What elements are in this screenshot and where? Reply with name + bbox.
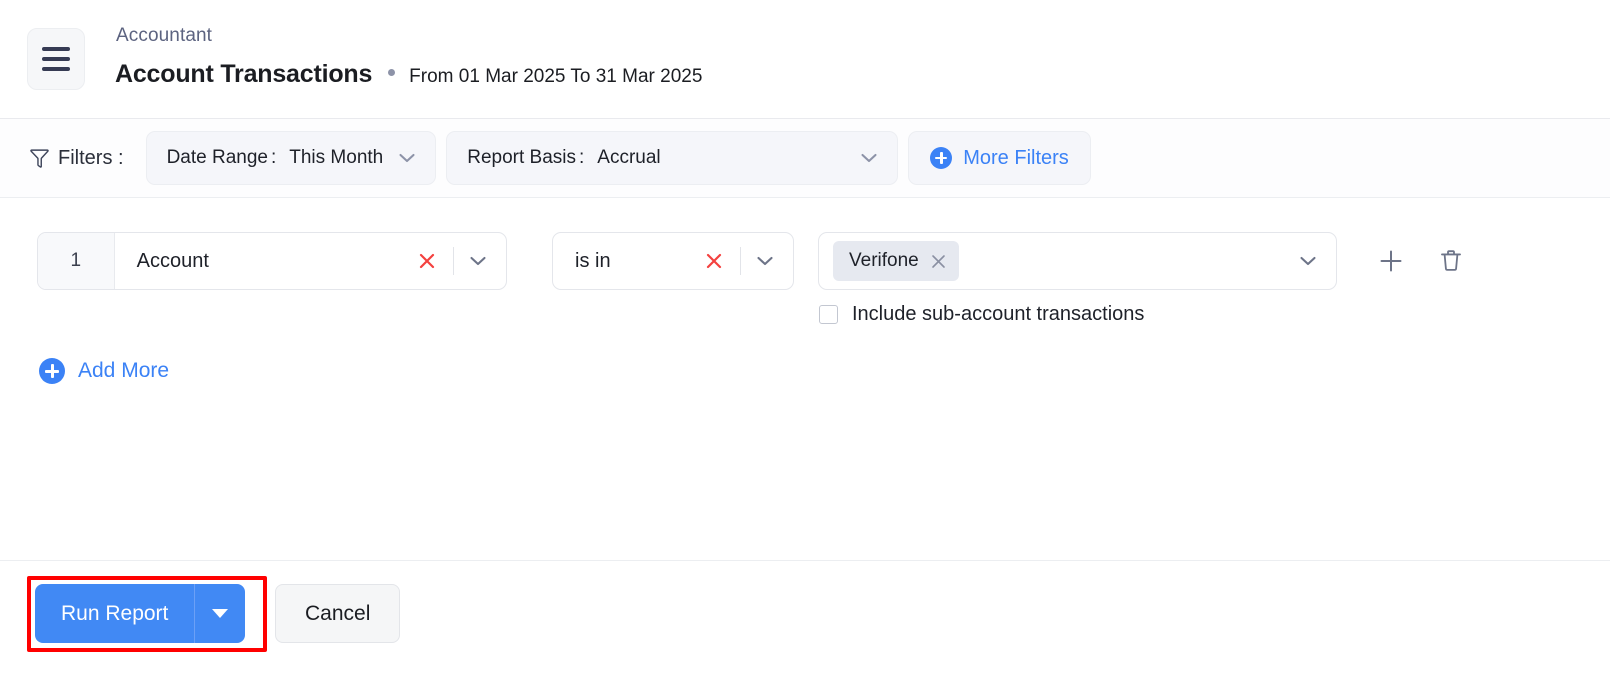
selected-tag[interactable]: Verifone [833, 241, 959, 281]
run-report-button[interactable]: Run Report [35, 584, 245, 643]
filter-funnel-icon [30, 148, 49, 169]
divider [740, 247, 741, 275]
criteria-row: 1 Account is in [0, 232, 1610, 294]
criteria-row-index: 1 [38, 233, 115, 289]
chevron-down-icon[interactable] [757, 256, 773, 266]
add-more-label: Add More [78, 359, 169, 383]
date-range-filter[interactable]: Date Range : This Month [146, 131, 437, 185]
hamburger-menu-button[interactable] [27, 28, 85, 90]
chevron-down-icon [861, 153, 877, 163]
page-header: Accountant Account Transactions From 01 … [0, 0, 1610, 119]
date-range-value: This Month [289, 147, 383, 169]
filters-label: Filters : [58, 147, 124, 170]
criteria-field-value: Account [137, 250, 417, 273]
add-criteria-row-button[interactable] [1370, 232, 1412, 290]
header-date-range: From 01 Mar 2025 To 31 Mar 2025 [409, 66, 702, 88]
criteria-area: 1 Account is in [0, 198, 1610, 560]
criteria-comparator-select[interactable]: is in [552, 232, 794, 290]
x-remove-icon[interactable] [930, 253, 947, 270]
plus-circle-icon [39, 358, 65, 384]
breadcrumb[interactable]: Accountant [116, 25, 212, 47]
criteria-value-multiselect[interactable]: Verifone [818, 232, 1337, 290]
page-title: Account Transactions [115, 60, 372, 89]
date-range-colon: : [271, 147, 276, 169]
chevron-down-icon[interactable] [1300, 256, 1316, 266]
filter-bar: Filters : Date Range : This Month Report… [0, 119, 1610, 198]
add-more-button[interactable]: Add More [39, 358, 169, 384]
report-basis-filter[interactable]: Report Basis : Accrual [446, 131, 898, 185]
plus-circle-icon [930, 147, 952, 169]
date-range-label: Date Range [167, 147, 268, 169]
x-clear-icon[interactable] [704, 251, 724, 271]
selected-tag-label: Verifone [849, 250, 919, 272]
delete-criteria-row-button[interactable] [1430, 232, 1472, 290]
report-basis-value: Accrual [597, 147, 660, 169]
report-basis-colon: : [579, 147, 584, 169]
more-filters-button[interactable]: More Filters [908, 131, 1091, 185]
criteria-comparator-value: is in [575, 250, 704, 273]
more-filters-label: More Filters [963, 147, 1069, 170]
plus-icon [1378, 248, 1404, 274]
report-basis-label: Report Basis [467, 147, 576, 169]
criteria-field-body[interactable]: Account [115, 232, 506, 290]
title-row: Account Transactions From 01 Mar 2025 To… [115, 60, 702, 89]
title-separator-dot [388, 69, 395, 76]
hamburger-icon-bar [42, 57, 70, 61]
criteria-comparator-body[interactable]: is in [553, 232, 793, 290]
include-sub-account-checkbox[interactable] [819, 305, 838, 324]
chevron-down-icon[interactable] [470, 256, 486, 266]
filters-label-group: Filters : [30, 147, 124, 170]
hamburger-icon [42, 47, 70, 51]
chevron-down-icon [399, 153, 415, 163]
x-clear-icon[interactable] [417, 251, 437, 271]
run-report-label[interactable]: Run Report [35, 584, 194, 643]
trash-icon [1439, 248, 1463, 274]
criteria-field-select[interactable]: 1 Account [37, 232, 507, 290]
include-sub-account-row[interactable]: Include sub-account transactions [819, 303, 1144, 326]
report-filter-page: Accountant Account Transactions From 01 … [0, 0, 1610, 690]
divider [453, 247, 454, 275]
cancel-button[interactable]: Cancel [275, 584, 400, 643]
run-report-dropdown-button[interactable] [195, 584, 245, 643]
caret-down-icon [212, 609, 228, 618]
hamburger-icon-bar [42, 67, 70, 71]
include-sub-account-label: Include sub-account transactions [852, 303, 1144, 326]
